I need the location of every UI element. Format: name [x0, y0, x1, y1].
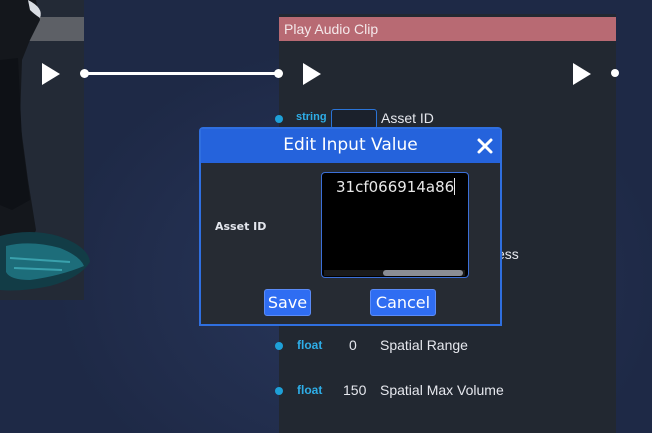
exec-connection-wire [85, 72, 279, 75]
close-icon[interactable] [476, 137, 494, 155]
horizontal-scrollbar[interactable] [324, 270, 465, 276]
param-name: Spatial Range [380, 337, 468, 353]
play-icon[interactable] [303, 63, 321, 85]
param-type: float [297, 383, 323, 397]
param-port[interactable] [275, 342, 283, 350]
exec-out-port[interactable] [611, 69, 619, 77]
spatial-range-value[interactable]: 0 [349, 337, 357, 353]
text-caret [454, 178, 456, 195]
dialog-header: Edit Input Value [201, 129, 500, 163]
param-name: Asset ID [381, 110, 434, 126]
field-label: Asset ID [215, 220, 267, 233]
textarea-value: 31cf066914a86 [336, 178, 455, 196]
play-icon[interactable] [42, 63, 60, 85]
param-port[interactable] [275, 115, 283, 123]
param-name: Spatial Max Volume [380, 382, 504, 398]
edit-input-dialog: Edit Input Value Asset ID 31cf066914a86 … [199, 127, 502, 326]
scrollbar-thumb[interactable] [383, 270, 463, 276]
exec-input-port[interactable] [274, 69, 283, 78]
spatial-max-volume-value[interactable]: 150 [343, 382, 366, 398]
dialog-title: Edit Input Value [283, 135, 418, 155]
cancel-button[interactable]: Cancel [370, 289, 436, 316]
play-icon[interactable] [573, 63, 591, 85]
asset-id-input[interactable] [331, 109, 377, 129]
asset-id-textarea[interactable]: 31cf066914a86 [321, 172, 469, 278]
param-type: string [296, 111, 327, 123]
param-port[interactable] [275, 387, 283, 395]
node-title[interactable]: Play Audio Clip [279, 17, 616, 41]
param-type: float [297, 338, 323, 352]
character-preview-image [0, 0, 90, 291]
save-button[interactable]: Save [264, 289, 311, 316]
